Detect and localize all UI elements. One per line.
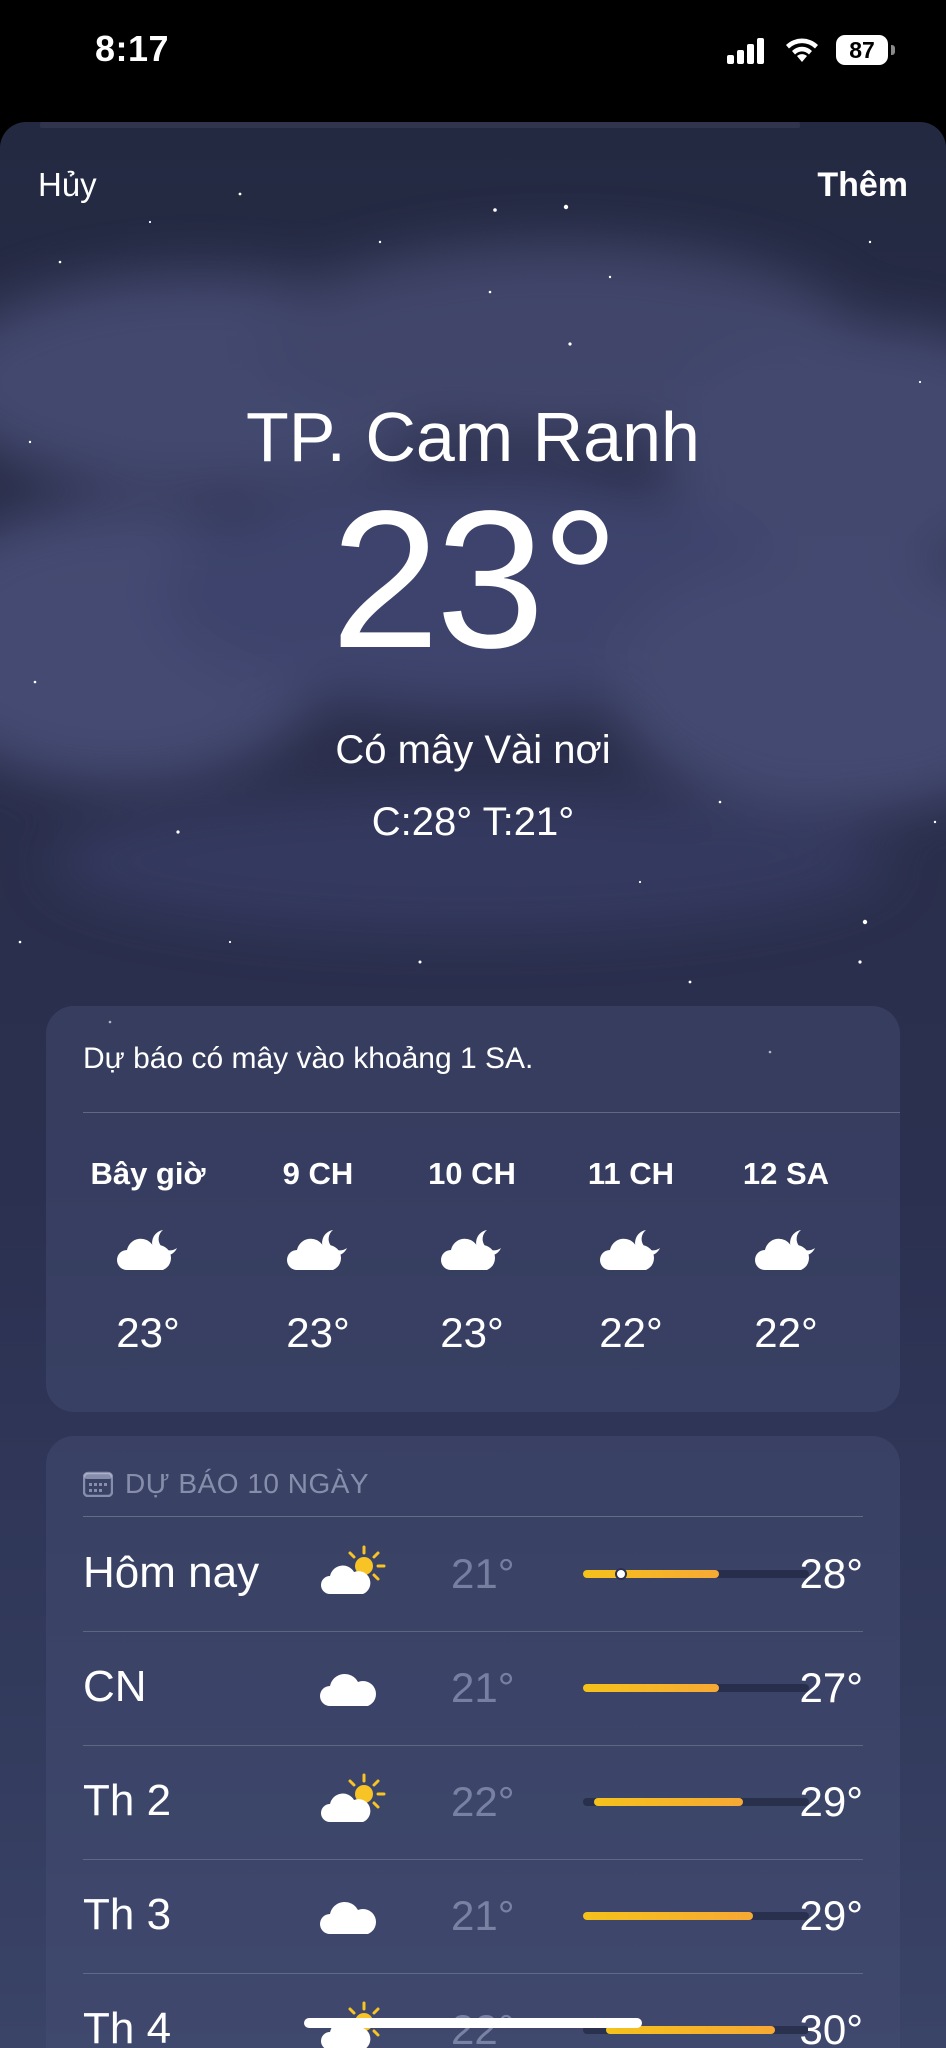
temperature-range-bar bbox=[594, 1798, 744, 1806]
hourly-item: 10 CH 23° bbox=[412, 1156, 532, 1357]
temperature-range-track bbox=[583, 1568, 809, 1580]
cloud-icon bbox=[320, 1673, 376, 1706]
hour-temperature: 22° bbox=[599, 1309, 663, 1356]
calendar-icon bbox=[83, 1471, 113, 1497]
hour-temperature: 23° bbox=[116, 1309, 180, 1356]
high-low-temperature: C:28° T:21° bbox=[371, 800, 575, 844]
day-low-temp: 21° bbox=[451, 1550, 515, 1597]
temperature-range-track bbox=[583, 1912, 809, 1920]
day-high-temp: 30° bbox=[799, 2006, 863, 2048]
ten-day-forecast-card[interactable]: DỰ BÁO 10 NGÀY Hôm nay 21° 28° CN 21° 27… bbox=[46, 1436, 900, 2048]
current-temp-marker bbox=[615, 1568, 628, 1580]
partly-sunny-icon bbox=[321, 1545, 386, 1594]
temperature-range-bar bbox=[583, 1912, 753, 1920]
temperature-range-track bbox=[583, 1684, 809, 1692]
temperature-range-track bbox=[583, 1798, 809, 1806]
hourly-item: 12 SA 22° bbox=[726, 1156, 846, 1357]
day-high-temp: 29° bbox=[799, 1778, 863, 1825]
day-name: Hôm nay bbox=[83, 1548, 260, 1597]
partly-cloudy-night-icon bbox=[600, 1230, 660, 1270]
day-row: CN 21° 27° bbox=[83, 1632, 863, 1746]
add-button[interactable]: Thêm bbox=[817, 166, 908, 205]
day-row: Th 3 21° 29° bbox=[83, 1860, 863, 1974]
ten-day-title: DỰ BÁO 10 NGÀY bbox=[125, 1468, 370, 1499]
day-name: Th 3 bbox=[83, 1890, 172, 1939]
divider bbox=[83, 1516, 863, 1517]
day-row: Hôm nay 21° 28° bbox=[83, 1518, 863, 1632]
battery-level: 87 bbox=[836, 35, 888, 65]
day-high-temp: 27° bbox=[799, 1664, 863, 1711]
hour-label: Bây giờ bbox=[90, 1156, 206, 1191]
cellular-signal-icon bbox=[727, 38, 764, 64]
hour-temperature: 22° bbox=[754, 1309, 818, 1356]
temperature-range-bar bbox=[583, 1684, 719, 1692]
hour-temperature: 23° bbox=[440, 1309, 504, 1356]
day-low-temp: 22° bbox=[451, 1778, 515, 1825]
day-name: CN bbox=[83, 1662, 147, 1711]
day-high-temp: 29° bbox=[799, 1892, 863, 1939]
hourly-item: 9 CH 23° bbox=[258, 1156, 378, 1357]
battery-tip bbox=[891, 45, 895, 55]
partly-cloudy-night-icon bbox=[441, 1230, 501, 1270]
hour-label: 12 SA bbox=[742, 1156, 830, 1191]
battery-indicator: 87 bbox=[836, 35, 896, 65]
partly-cloudy-night-icon bbox=[287, 1230, 347, 1270]
day-row: Th 4 22° 30° bbox=[83, 1974, 863, 2048]
status-time: 8:17 bbox=[95, 28, 170, 69]
hour-temperature: 23° bbox=[286, 1309, 350, 1356]
cancel-button[interactable]: Hủy bbox=[38, 166, 97, 204]
partly-cloudy-night-icon bbox=[755, 1230, 815, 1270]
ten-day-header: DỰ BÁO 10 NGÀY bbox=[83, 1468, 369, 1500]
hour-label: 11 CH bbox=[587, 1156, 675, 1191]
city-name: TP. Cam Ranh bbox=[246, 398, 700, 476]
wifi-icon bbox=[786, 38, 818, 62]
hourly-forecast-card[interactable]: Dự báo có mây vào khoảng 1 SA. Bây giờ 2… bbox=[46, 1006, 900, 1412]
hour-label: 10 CH bbox=[428, 1156, 516, 1191]
status-bar: 8:17 87 bbox=[0, 0, 946, 118]
hourly-item: Bây giờ 23° bbox=[88, 1156, 208, 1357]
divider bbox=[83, 1112, 900, 1113]
home-indicator[interactable] bbox=[304, 2018, 642, 2028]
day-name: Th 4 bbox=[83, 2004, 172, 2048]
hourly-summary: Dự báo có mây vào khoảng 1 SA. bbox=[83, 1042, 534, 1075]
temperature-range-bar bbox=[583, 1570, 719, 1578]
partly-sunny-icon bbox=[321, 1773, 386, 1822]
partly-cloudy-night-icon bbox=[117, 1230, 177, 1270]
hourly-item: 11 CH 22° bbox=[571, 1156, 691, 1357]
current-temperature: 23° bbox=[330, 470, 619, 689]
day-low-temp: 21° bbox=[451, 1892, 515, 1939]
day-name: Th 2 bbox=[83, 1776, 172, 1825]
hour-label: 9 CH bbox=[282, 1156, 354, 1191]
day-high-temp: 28° bbox=[799, 1550, 863, 1597]
cloud-icon bbox=[320, 1901, 376, 1934]
day-row: Th 2 22° 29° bbox=[83, 1746, 863, 1860]
current-condition: Có mây Vài nơi bbox=[335, 728, 611, 772]
day-low-temp: 21° bbox=[451, 1664, 515, 1711]
